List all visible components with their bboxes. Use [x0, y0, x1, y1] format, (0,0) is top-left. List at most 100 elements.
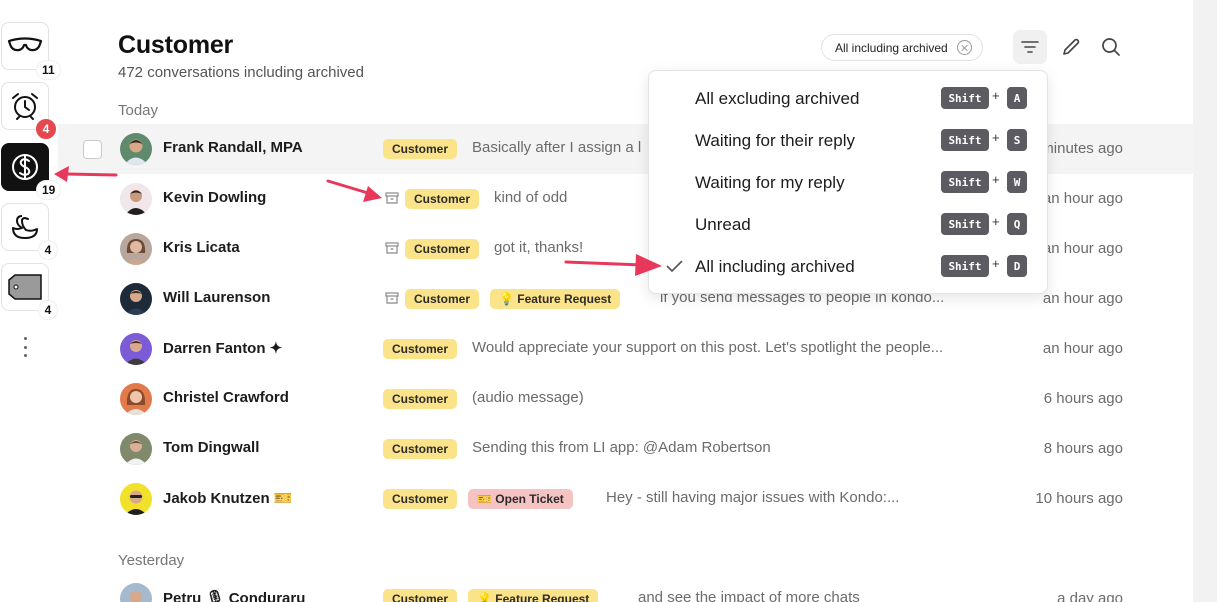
checkmark-icon — [666, 260, 683, 272]
avatar — [120, 183, 152, 215]
shortcut-key: D — [1007, 255, 1027, 277]
contact-name: Frank Randall, MPA — [163, 139, 303, 156]
shortcut-modifier: Shift — [941, 129, 989, 151]
dollar-icon — [12, 154, 38, 180]
filter-option-waiting-their-reply[interactable]: Waiting for their reply Shift + S — [649, 120, 1047, 162]
timestamp: a day ago — [1057, 590, 1123, 602]
shortcut-plus: + — [992, 172, 1000, 187]
conversation-row[interactable]: Darren Fanton ✦ Customer Would appreciat… — [58, 324, 1193, 374]
contact-name: Kevin Dowling — [163, 189, 267, 206]
filter-option-label: Unread — [695, 215, 751, 234]
compose-button[interactable] — [1054, 30, 1088, 64]
glasses-badge: 11 — [36, 60, 61, 80]
section-today: Today — [118, 102, 159, 119]
filter-button[interactable] — [1013, 30, 1047, 64]
conversation-row[interactable]: Jakob Knutzen 🎫 Customer 🎫 Open Ticket H… — [58, 474, 1193, 524]
contact-name: Darren Fanton ✦ — [163, 340, 283, 357]
clear-filter-icon[interactable] — [956, 40, 972, 55]
tag-badge: 4 — [38, 300, 58, 320]
contact-name: Tom Dingwall — [163, 439, 260, 456]
conversation-count: 472 conversations including archived — [118, 64, 364, 81]
shortcut-key: A — [1007, 87, 1027, 109]
swan-badge: 4 — [38, 240, 58, 260]
shortcut-plus: + — [992, 88, 1000, 103]
conversation-row[interactable]: Christel Crawford Customer (audio messag… — [58, 374, 1193, 424]
timestamp: an hour ago — [1042, 290, 1123, 307]
customer-tag: Customer — [405, 189, 480, 209]
avatar — [120, 283, 152, 315]
avatar — [120, 383, 152, 415]
contact-name: Will Laurenson — [163, 289, 271, 306]
avatar — [120, 133, 152, 165]
conversation-row[interactable]: Tom Dingwall Customer Sending this from … — [58, 424, 1193, 474]
message-preview: and see the impact of more chats — [638, 589, 860, 602]
avatar — [120, 433, 152, 465]
shortcut-key: S — [1007, 129, 1027, 151]
tag-icon — [8, 274, 42, 300]
message-preview: got it, thanks! — [494, 239, 584, 256]
pencil-icon — [1063, 38, 1080, 55]
filter-option-all-excluding-archived[interactable]: All excluding archived Shift + A — [649, 78, 1047, 120]
customer-tag: Customer — [383, 489, 458, 509]
shortcut-modifier: Shift — [941, 87, 989, 109]
filter-dropdown: All excluding archived Shift + A Waiting… — [648, 70, 1048, 294]
avatar — [120, 233, 152, 265]
filter-option-waiting-my-reply[interactable]: Waiting for my reply Shift + W — [649, 162, 1047, 204]
timestamp: an hour ago — [1042, 340, 1123, 357]
archive-icon — [385, 192, 399, 204]
filter-option-all-including-archived[interactable]: All including archived Shift + D — [649, 246, 1047, 288]
search-icon — [1102, 38, 1120, 56]
row-checkbox[interactable] — [83, 140, 102, 159]
glasses-icon — [7, 37, 43, 52]
open-ticket-tag: 🎫 Open Ticket — [468, 489, 573, 509]
feature-request-tag: 💡 Feature Request — [490, 289, 621, 309]
timestamp: an hour ago — [1042, 190, 1123, 207]
archive-icon — [385, 292, 399, 304]
avatar — [120, 483, 152, 515]
filter-option-label: Waiting for their reply — [695, 131, 855, 150]
shortcut-plus: + — [992, 130, 1000, 145]
contact-name: Christel Crawford — [163, 389, 289, 406]
contact-name: Kris Licata — [163, 239, 240, 256]
search-button[interactable] — [1094, 30, 1128, 64]
message-preview: Would appreciate your support on this po… — [472, 339, 944, 356]
customer-tag: Customer — [405, 289, 480, 309]
contact-name: Jakob Knutzen 🎫 — [163, 490, 293, 507]
more-vertical-icon[interactable] — [19, 337, 31, 357]
alarm-clock-icon — [12, 93, 38, 120]
message-preview: Hey - still having major issues with Kon… — [606, 489, 900, 506]
customer-tag: Customer — [405, 239, 480, 259]
active-filter-chip[interactable]: All including archived — [821, 34, 983, 61]
shortcut-modifier: Shift — [941, 213, 989, 235]
message-preview: Basically after I assign a l — [472, 139, 642, 156]
timestamp: 10 hours ago — [1035, 490, 1123, 507]
filter-option-unread[interactable]: Unread Shift + Q — [649, 204, 1047, 246]
shortcut-key: W — [1007, 171, 1027, 193]
customer-tag: Customer — [383, 439, 458, 459]
customer-tag: Customer — [383, 389, 458, 409]
filter-option-label: All excluding archived — [695, 89, 860, 108]
timestamp: minutes ago — [1041, 140, 1123, 157]
conversation-row[interactable]: Petru 🎙 Conduraru Customer 💡 Feature Req… — [58, 574, 1193, 602]
contact-name: Petru 🎙 Conduraru — [163, 590, 306, 602]
section-yesterday: Yesterday — [118, 552, 185, 569]
filter-option-label: Waiting for my reply — [695, 173, 845, 192]
shortcut-plus: + — [992, 214, 1000, 229]
customer-tag: Customer — [383, 589, 458, 602]
message-preview: kind of odd — [494, 189, 568, 206]
avatar — [120, 333, 152, 365]
message-preview: (audio message) — [472, 389, 584, 406]
customer-tag: Customer — [383, 339, 458, 359]
feature-request-tag: 💡 Feature Request — [468, 589, 599, 602]
filter-lines-icon — [1021, 41, 1039, 53]
shortcut-modifier: Shift — [941, 255, 989, 277]
shortcut-key: Q — [1007, 213, 1027, 235]
customer-tag: Customer — [383, 139, 458, 159]
timestamp: 8 hours ago — [1043, 440, 1123, 457]
left-rail: 11 4 19 4 4 — [0, 0, 62, 602]
right-scroll-strip — [1193, 0, 1217, 602]
swan-icon — [12, 215, 38, 239]
page-title: Customer — [118, 31, 234, 59]
timestamp: an hour ago — [1042, 240, 1123, 257]
filter-option-label: All including archived — [695, 257, 855, 276]
